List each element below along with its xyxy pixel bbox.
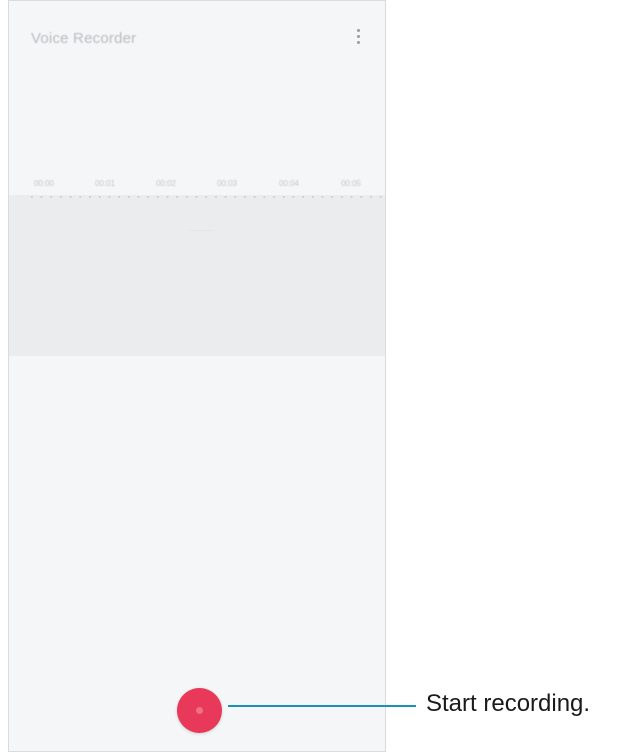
menu-dot	[356, 41, 360, 44]
time-label: 00:02	[155, 179, 177, 188]
time-label: 00:00	[33, 179, 55, 188]
menu-dot	[356, 29, 360, 32]
app-title: Voice Recorder	[31, 30, 137, 47]
voice-recorder-screen: Voice Recorder 00:00 00:01 00:02 00:03 0…	[8, 0, 386, 752]
time-label: 00:05	[340, 179, 362, 188]
menu-dot	[356, 35, 360, 38]
record-icon	[196, 707, 203, 714]
canvas: Voice Recorder 00:00 00:01 00:02 00:03 0…	[0, 0, 622, 753]
time-ticks	[27, 194, 385, 200]
time-ruler: 00:00 00:01 00:02 00:03 00:04 00:05	[9, 173, 385, 195]
time-label: 00:03	[216, 179, 238, 188]
waveform-area	[9, 195, 385, 356]
record-button[interactable]	[177, 688, 222, 733]
time-label: 00:04	[278, 179, 300, 188]
more-options-icon[interactable]	[351, 29, 365, 49]
app-bar: Voice Recorder	[9, 1, 385, 73]
time-label: 00:01	[94, 179, 116, 188]
waveform-baseline	[189, 230, 213, 231]
callout-label: Start recording.	[426, 690, 591, 717]
callout-line	[228, 705, 416, 707]
